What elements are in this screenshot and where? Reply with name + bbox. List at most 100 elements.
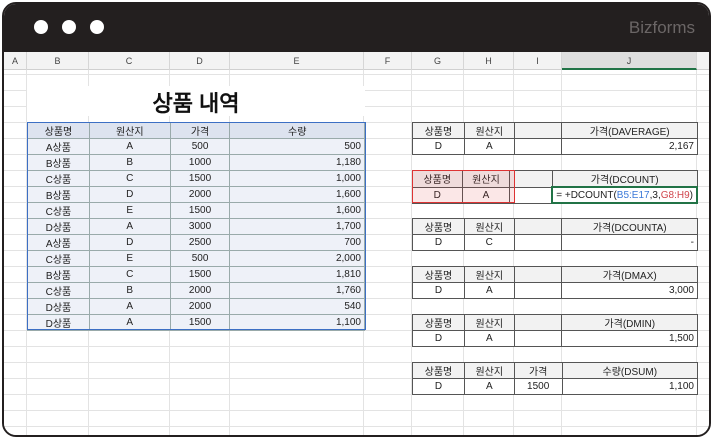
table-cell[interactable]: C상품	[27, 250, 90, 267]
criteria-table[interactable]: 상품명 원산지 가격(DCOUNT) D A = +DCOUNT(B5:E17,3,G8:…	[412, 170, 698, 204]
table-cell[interactable]: B	[88, 282, 171, 299]
table-cell[interactable]: A	[88, 138, 171, 155]
criteria-cell[interactable]: D	[412, 138, 465, 155]
criteria-cell[interactable]: A	[463, 282, 515, 299]
criteria-header-cell: 상품명	[412, 314, 465, 331]
criteria-table[interactable]: 상품명 원산지 가격(DMIN) D A 1,500	[412, 314, 698, 347]
table-cell[interactable]: 2000	[169, 298, 231, 315]
criteria-header-cell: 상품명	[412, 122, 465, 139]
table-cell[interactable]: C	[88, 170, 171, 187]
table-cell[interactable]: A상품	[27, 234, 90, 251]
column-header-E[interactable]: E	[230, 52, 364, 70]
sheet-title: 상품 내역	[27, 86, 365, 116]
table-cell[interactable]: B상품	[27, 266, 90, 283]
criteria-table[interactable]: 상품명 원산지 가격(DMAX) D A 3,000	[412, 266, 698, 299]
window-dot-icon[interactable]	[62, 20, 76, 34]
table-cell[interactable]: C	[88, 266, 171, 283]
table-cell[interactable]: 1,180	[229, 154, 365, 171]
table-cell[interactable]: 2000	[169, 186, 231, 203]
criteria-cell[interactable]	[513, 234, 563, 251]
table-cell[interactable]: B상품	[27, 154, 90, 171]
table-cell[interactable]: 500	[169, 250, 231, 267]
column-header-I[interactable]: I	[514, 52, 562, 70]
table-cell[interactable]: 1,760	[229, 282, 365, 299]
table-cell[interactable]: 1,810	[229, 266, 365, 283]
table-cell[interactable]: 1,600	[229, 202, 365, 219]
product-table[interactable]: 상품명 원산지 가격 수량 A상품 A 500 500 B상품 B 1000 1,180 C상품 C 150…	[27, 122, 365, 331]
table-cell[interactable]: B	[88, 154, 171, 171]
table-cell[interactable]: 500	[169, 138, 231, 155]
criteria-data-row: DC -	[412, 234, 698, 251]
table-cell[interactable]: D	[88, 186, 171, 203]
table-cell[interactable]: E	[88, 202, 171, 219]
column-header-A[interactable]: A	[4, 52, 27, 70]
table-cell[interactable]: 700	[229, 234, 365, 251]
column-header-B[interactable]: B	[27, 52, 89, 70]
table-cell[interactable]: 3000	[169, 218, 231, 235]
table-cell[interactable]: 540	[229, 298, 365, 315]
table-cell[interactable]: 1,700	[229, 218, 365, 235]
spreadsheet-grid[interactable]: ABCDEFGHIJ 상품 내역 상품명 원산지 가격 수량 A상품 A 500 500 B상품…	[4, 52, 709, 435]
window-dot-icon[interactable]	[34, 20, 48, 34]
criteria-cell[interactable]: 2,167	[561, 138, 698, 155]
column-header-G[interactable]: G	[412, 52, 464, 70]
criteria-header-cell	[513, 266, 563, 283]
table-cell[interactable]: C상품	[27, 282, 90, 299]
criteria-cell[interactable]	[513, 330, 563, 347]
criteria-cell[interactable]: D	[412, 378, 465, 395]
criteria-cell[interactable]: D	[412, 186, 463, 204]
table-cell[interactable]: 1000	[169, 154, 231, 171]
window-dot-icon[interactable]	[90, 20, 104, 34]
criteria-header-cell	[509, 170, 553, 188]
criteria-data-row: D A = +DCOUNT(B5:E17,3,G8:H9)	[412, 186, 698, 204]
table-cell[interactable]: E	[88, 250, 171, 267]
table-cell[interactable]: 1500	[169, 266, 231, 283]
table-cell[interactable]: 1,100	[229, 314, 365, 331]
table-cell[interactable]: D상품	[27, 314, 90, 331]
criteria-cell[interactable]	[513, 138, 563, 155]
column-header-F[interactable]: F	[364, 52, 412, 70]
criteria-cell[interactable]	[513, 282, 563, 299]
column-header-D[interactable]: D	[170, 52, 230, 70]
criteria-cell[interactable]: D	[412, 234, 465, 251]
table-cell[interactable]: 2500	[169, 234, 231, 251]
table-cell[interactable]: 1500	[169, 314, 231, 331]
criteria-cell[interactable]: C	[463, 234, 515, 251]
criteria-table[interactable]: 상품명 원산지 가격(DCOUNTA) D C -	[412, 218, 698, 251]
column-header-C[interactable]: C	[89, 52, 170, 70]
table-cell[interactable]: C상품	[27, 202, 90, 219]
table-cell[interactable]: A상품	[27, 138, 90, 155]
table-cell[interactable]: B상품	[27, 186, 90, 203]
table-cell[interactable]: 1,600	[229, 186, 365, 203]
criteria-cell[interactable]: 1,100	[561, 378, 699, 395]
criteria-cell[interactable]: D	[412, 282, 465, 299]
formula-cell-editor[interactable]: = +DCOUNT(B5:E17,3,G8:H9)	[551, 186, 698, 204]
criteria-cell[interactable]: A	[463, 330, 515, 347]
column-header-J[interactable]: J	[562, 52, 697, 70]
table-cell[interactable]: A	[88, 218, 171, 235]
criteria-cell[interactable]: 1500	[513, 378, 563, 395]
criteria-cell[interactable]: A	[461, 186, 511, 204]
table-cell[interactable]: 2000	[169, 282, 231, 299]
table-cell[interactable]: A	[88, 314, 171, 331]
column-header-H[interactable]: H	[464, 52, 514, 70]
table-cell[interactable]: 2,000	[229, 250, 365, 267]
table-cell[interactable]: A	[88, 298, 171, 315]
table-cell[interactable]: D상품	[27, 298, 90, 315]
criteria-cell[interactable]: D	[412, 330, 465, 347]
criteria-cell[interactable]: A	[463, 138, 515, 155]
table-cell[interactable]: D	[88, 234, 171, 251]
criteria-cell[interactable]: A	[463, 378, 515, 395]
criteria-table[interactable]: 상품명 원산지 가격(DAVERAGE) D A 2,167	[412, 122, 698, 155]
criteria-table[interactable]: 상품명 원산지 가격 수량(DSUM) D A 1500 1,100	[412, 362, 699, 395]
table-cell[interactable]: 500	[229, 138, 365, 155]
criteria-cell[interactable]: -	[561, 234, 698, 251]
criteria-cell[interactable]: 1,500	[561, 330, 698, 347]
table-cell[interactable]: 1500	[169, 202, 231, 219]
criteria-cell[interactable]	[509, 186, 553, 204]
table-cell[interactable]: D상품	[27, 218, 90, 235]
table-cell[interactable]: C상품	[27, 170, 90, 187]
criteria-cell[interactable]: 3,000	[561, 282, 698, 299]
table-cell[interactable]: 1,000	[229, 170, 365, 187]
table-cell[interactable]: 1500	[169, 170, 231, 187]
